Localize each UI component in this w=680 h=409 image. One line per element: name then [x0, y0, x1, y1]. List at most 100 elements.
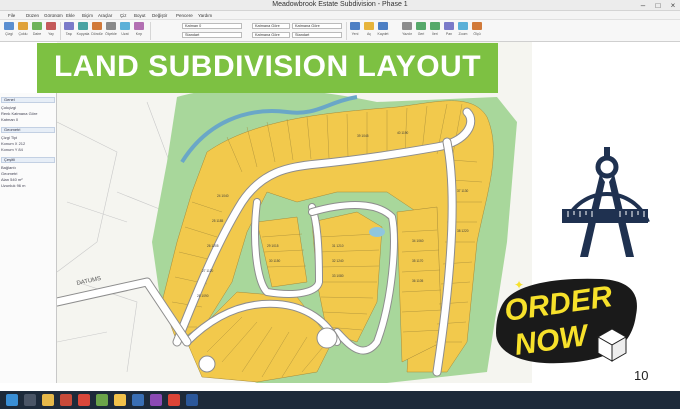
lot-label: 40 1190	[397, 131, 409, 135]
lot-label: 30 1150	[269, 259, 281, 263]
rotate-tool-icon[interactable]	[92, 22, 102, 30]
line-tool-icon[interactable]	[4, 22, 14, 30]
ribbon-separator	[150, 22, 151, 40]
arc-tool-icon[interactable]	[46, 22, 56, 30]
print-label: Yazdır	[402, 32, 412, 36]
menu-item-insert[interactable]: Ekle	[66, 13, 75, 18]
title-banner: LAND SUBDIVISION LAYOUT	[37, 43, 498, 93]
measure-icon[interactable]	[472, 22, 482, 30]
redo-label: İleri	[432, 32, 438, 36]
lot-label: 37 1130	[457, 189, 469, 193]
linetype-combo[interactable]: Katmana Göre	[252, 32, 290, 38]
extend-tool-label: Uzat	[121, 32, 129, 36]
menu-item-draw[interactable]: Çiz	[120, 13, 127, 18]
close-button[interactable]: ×	[666, 0, 680, 11]
page-number: 10	[634, 368, 649, 383]
browser-icon[interactable]	[60, 394, 72, 406]
settings-icon[interactable]	[150, 394, 162, 406]
menu-item-file[interactable]: File	[8, 13, 15, 18]
lot-label: 32 1240	[332, 259, 344, 263]
menu-item-help[interactable]: Yardım	[198, 13, 212, 18]
chrome-icon[interactable]	[168, 394, 180, 406]
property-row[interactable]: Çizgi Tipi	[1, 135, 55, 140]
style-combo[interactable]: Standart	[182, 32, 242, 38]
properties-panel: Genel Çokçizgi Renk Katmana Göre Katman …	[0, 93, 57, 383]
lot-label: 26 1205	[207, 244, 219, 248]
property-row[interactable]: Uzunluk 96 m	[1, 183, 55, 188]
menu-item-edit[interactable]: Düzen	[26, 13, 39, 18]
banner-title: LAND SUBDIVISION LAYOUT	[53, 50, 482, 83]
cul-de-sac-south	[198, 355, 216, 373]
polyline-tool-icon[interactable]	[18, 22, 28, 30]
maximize-button[interactable]: □	[651, 0, 665, 11]
subdivision-map[interactable]: DATUMS 24 1040 25 1185 26 1205 27 1120 2…	[57, 42, 532, 383]
pan-icon[interactable]	[444, 22, 454, 30]
window-titlebar: Meadowbrook Estate Subdivision - Phase 1…	[0, 0, 680, 11]
move-tool-icon[interactable]	[64, 22, 74, 30]
property-row[interactable]: Bağlantı	[1, 165, 55, 170]
search-icon[interactable]	[24, 394, 36, 406]
lot-label: 33 1080	[332, 274, 344, 278]
order-now-badge[interactable]: ORDER NOW ✦	[492, 275, 642, 367]
menu-item-window[interactable]: Pencere	[176, 13, 193, 18]
photos-icon[interactable]	[114, 394, 126, 406]
copy-tool-icon[interactable]	[78, 22, 88, 30]
windows-icon[interactable]	[6, 394, 18, 406]
minimize-button[interactable]: –	[636, 0, 650, 11]
menu-item-dimension[interactable]: Boyut	[134, 13, 146, 18]
lot-label: 35 1170	[412, 259, 424, 263]
lineweight-combo[interactable]: Katmana Göre	[292, 23, 342, 29]
circle-tool-icon[interactable]	[32, 22, 42, 30]
layer-combo[interactable]: Katman 0	[182, 23, 242, 29]
redo-icon[interactable]	[430, 22, 440, 30]
mail-icon[interactable]	[96, 394, 108, 406]
pond	[369, 227, 385, 237]
rotate-tool-label: Döndür	[91, 32, 103, 36]
undo-label: Geri	[417, 32, 425, 36]
new-file-icon[interactable]	[350, 22, 360, 30]
zoom-icon[interactable]	[458, 22, 468, 30]
menu-item-tools[interactable]: Araçlar	[98, 13, 112, 18]
plot-style-combo[interactable]: Standart	[292, 32, 342, 38]
measure-label: Ölçü	[473, 32, 481, 36]
property-row[interactable]: Konum Y 84	[1, 147, 55, 152]
store-icon[interactable]	[132, 394, 144, 406]
property-row[interactable]: Renk Katmana Göre	[1, 111, 55, 116]
menu-item-format[interactable]: Biçim	[82, 13, 93, 18]
trim-tool-label: Kırp	[135, 32, 143, 36]
property-row[interactable]: Katman 0	[1, 117, 55, 122]
menu-item-modify[interactable]: Değiştir	[152, 13, 167, 18]
property-row[interactable]: Çokçizgi	[1, 105, 55, 110]
open-file-icon[interactable]	[364, 22, 374, 30]
panel-header-geometry[interactable]: Geometri	[1, 127, 55, 133]
taskbar	[0, 391, 680, 409]
word-icon[interactable]	[186, 394, 198, 406]
color-combo[interactable]: Katmana Göre	[252, 23, 290, 29]
cul-de-sac	[316, 327, 338, 349]
property-row[interactable]: Geometri	[1, 171, 55, 176]
scale-tool-icon[interactable]	[106, 22, 116, 30]
window-title: Meadowbrook Estate Subdivision - Phase 1	[272, 1, 408, 8]
arc-tool-label: Yay	[48, 32, 54, 36]
print-icon[interactable]	[402, 22, 412, 30]
save-icon[interactable]	[378, 22, 388, 30]
lot-label: 38 1220	[457, 229, 469, 233]
trim-tool-icon[interactable]	[134, 22, 144, 30]
menu-item-view[interactable]: Görünüm	[44, 13, 63, 18]
lot-label: 39 1045	[357, 134, 369, 138]
lot-label: 31 1210	[332, 244, 344, 248]
extend-tool-icon[interactable]	[120, 22, 130, 30]
panel-header-misc[interactable]: Çeşitli	[1, 157, 55, 163]
copy-tool-label: Kopyala	[76, 32, 90, 36]
ribbon-toolbar: Çizgi Çoklu Daire Yay Taşı Kopyala Döndü…	[0, 20, 680, 42]
move-tool-label: Taşı	[65, 32, 73, 36]
cad-icon[interactable]	[78, 394, 90, 406]
save-label: Kaydet	[377, 32, 389, 36]
property-row[interactable]: Alan 540 m²	[1, 177, 55, 182]
undo-icon[interactable]	[416, 22, 426, 30]
lot-label: 24 1040	[217, 194, 229, 198]
file-explorer-icon[interactable]	[42, 394, 54, 406]
panel-header-general[interactable]: Genel	[1, 97, 55, 103]
property-row[interactable]: Konum X 212	[1, 141, 55, 146]
lot-label: 28 1090	[197, 294, 209, 298]
